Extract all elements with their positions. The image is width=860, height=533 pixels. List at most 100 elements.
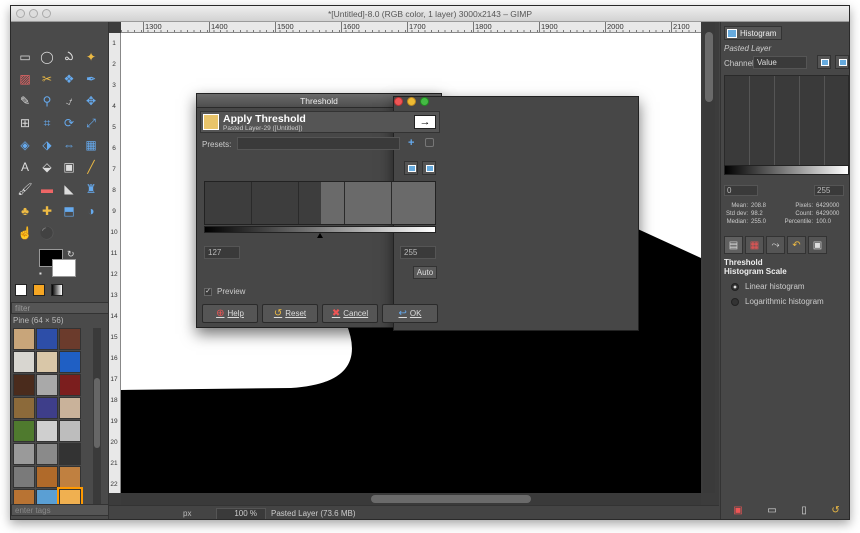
rotate-tool-icon[interactable]: ⟳ — [58, 112, 80, 134]
pattern-swatch[interactable] — [36, 374, 58, 396]
tab-paths[interactable]: ⤳ — [766, 236, 785, 254]
blur-tool-icon[interactable]: ◑ — [80, 200, 102, 222]
tag-field[interactable]: enter tags — [11, 504, 109, 516]
brush-preview[interactable] — [15, 284, 27, 296]
threshold-histogram[interactable] — [204, 181, 436, 225]
histogram-max-input[interactable]: 255 — [814, 185, 844, 196]
swap-colors-icon[interactable]: ↻ — [67, 249, 75, 260]
heal-tool-icon[interactable]: ✚ — [36, 200, 58, 222]
pattern-swatch[interactable] — [36, 443, 58, 465]
rect-select-tool-icon[interactable]: ▭ — [14, 46, 36, 68]
fuzzy-select-tool-icon[interactable]: ✦ — [80, 46, 102, 68]
zoom-tool-icon[interactable]: ⚲ — [36, 90, 58, 112]
histogram-view[interactable] — [724, 75, 849, 173]
align-tool-icon[interactable]: ⊞ — [14, 112, 36, 134]
vertical-ruler[interactable]: 1 2 3 4 5 6 7 8 9 10 11 12 13 14 15 16 17 18 19 20 21 22 — [109, 33, 121, 493]
horizontal-scrollbar[interactable] — [121, 493, 701, 505]
free-select-tool-icon[interactable]: ఎ — [58, 46, 80, 68]
clone-tool-icon[interactable]: ♣ — [14, 200, 36, 222]
foreground-select-tool-icon[interactable]: ❖ — [58, 68, 80, 90]
preview-checkbox-box[interactable]: ✓ — [204, 287, 212, 296]
threshold-slider-handle[interactable] — [317, 233, 323, 238]
pattern-swatch[interactable] — [59, 420, 81, 442]
background-color-swatch[interactable] — [52, 259, 76, 277]
blend-tool-icon[interactable]: ▣ — [58, 156, 80, 178]
pattern-scrollbar[interactable] — [93, 328, 101, 508]
smudge-tool-icon[interactable]: ☝ — [14, 222, 36, 244]
pattern-swatch[interactable] — [59, 351, 81, 373]
pattern-swatch[interactable] — [59, 328, 81, 350]
dialog-minimize-button[interactable] — [407, 97, 416, 106]
linear-histogram-button[interactable] — [817, 55, 831, 69]
perspective-clone-tool-icon[interactable]: ⬒ — [58, 200, 80, 222]
low-threshold-input[interactable]: 127 — [204, 246, 240, 259]
preview-checkbox[interactable]: ✓ Preview — [204, 287, 245, 296]
reset-button[interactable]: ↺ Reset — [262, 304, 318, 323]
pattern-swatch[interactable] — [36, 328, 58, 350]
dodge-burn-tool-icon[interactable]: ⚫ — [36, 222, 58, 244]
brush-filter-field[interactable]: filter — [11, 302, 109, 314]
zoom-button[interactable] — [42, 9, 51, 18]
pattern-swatch[interactable] — [36, 466, 58, 488]
linear-scale-button[interactable] — [404, 161, 418, 175]
vertical-scrollbar[interactable] — [703, 22, 715, 493]
pattern-swatch[interactable] — [59, 374, 81, 396]
eraser-tool-icon[interactable]: ▬ — [36, 178, 58, 200]
pattern-swatch[interactable] — [13, 351, 35, 373]
vertical-scrollbar-thumb[interactable] — [705, 32, 713, 102]
pencil-tool-icon[interactable]: ╱ — [80, 156, 102, 178]
ok-button[interactable]: ↩ OK — [382, 304, 438, 323]
cage-tool-icon[interactable]: ▦ — [80, 134, 102, 156]
horizontal-scrollbar-thumb[interactable] — [371, 495, 531, 503]
default-colors-icon[interactable]: ▪ — [39, 269, 42, 278]
pattern-swatch[interactable] — [59, 397, 81, 419]
log-scale-button[interactable] — [422, 161, 436, 175]
shear-tool-icon[interactable]: ◈ — [14, 134, 36, 156]
pattern-swatch[interactable] — [13, 374, 35, 396]
cancel-button[interactable]: ✖ Cancel — [322, 304, 378, 323]
gradient-preview[interactable] — [51, 284, 63, 296]
tab-channels[interactable]: ▣ — [808, 236, 827, 254]
dialog-close-button[interactable] — [394, 97, 403, 106]
save-preset-icon[interactable]: ▣ — [733, 505, 742, 516]
pattern-swatch[interactable] — [13, 420, 35, 442]
crop-tool-icon[interactable]: ⌗ — [36, 112, 58, 134]
perspective-tool-icon[interactable]: ⬗ — [36, 134, 58, 156]
bucket-fill-tool-icon[interactable]: ⬙ — [36, 156, 58, 178]
pattern-swatch[interactable] — [13, 466, 35, 488]
pattern-swatch[interactable] — [36, 351, 58, 373]
airbrush-tool-icon[interactable]: ◣ — [58, 178, 80, 200]
arrow-right-icon[interactable]: → — [414, 115, 436, 129]
dialog-zoom-button[interactable] — [420, 97, 429, 106]
scissors-tool-icon[interactable]: ✂ — [36, 68, 58, 90]
help-button[interactable]: ⊕ Help — [202, 304, 258, 323]
linear-histogram-radio[interactable]: Linear histogram — [731, 282, 805, 291]
pattern-swatch[interactable] — [59, 466, 81, 488]
log-histogram-button[interactable] — [835, 55, 849, 69]
paintbrush-tool-icon[interactable]: 🖌 — [14, 178, 36, 200]
add-preset-icon[interactable]: + — [408, 137, 414, 149]
zoom-select[interactable]: 100 % — [216, 508, 266, 519]
tab-histogram[interactable]: Histogram — [724, 26, 782, 40]
pattern-preview[interactable] — [33, 284, 45, 296]
color-picker-tool-icon[interactable]: ✎ — [14, 90, 36, 112]
presets-select[interactable] — [237, 137, 400, 150]
minimize-button[interactable] — [29, 9, 38, 18]
pattern-scrollbar-thumb[interactable] — [94, 378, 100, 448]
channel-select[interactable]: Value — [753, 56, 807, 69]
tab-undo[interactable]: ↶ — [787, 236, 806, 254]
pattern-swatch[interactable] — [36, 397, 58, 419]
paths-tool-icon[interactable]: ✒ — [80, 68, 102, 90]
move-tool-icon[interactable]: ✥ — [80, 90, 102, 112]
pattern-swatch[interactable] — [13, 328, 35, 350]
preset-menu-icon[interactable] — [425, 138, 434, 147]
flip-tool-icon[interactable]: ⇔ — [58, 134, 80, 156]
unit-select[interactable]: px — [183, 508, 211, 519]
reset-icon[interactable]: ↺ — [831, 505, 839, 516]
horizontal-ruler[interactable]: 1300 1400 1500 1600 1700 1800 1900 2000 2100 — [121, 22, 701, 33]
select-by-color-tool-icon[interactable]: ▨ — [14, 68, 36, 90]
measure-tool-icon[interactable]: ⍻ — [58, 90, 80, 112]
scale-tool-icon[interactable]: ⤢ — [80, 112, 102, 134]
pattern-swatch[interactable] — [13, 443, 35, 465]
high-threshold-input[interactable]: 255 — [400, 246, 436, 259]
